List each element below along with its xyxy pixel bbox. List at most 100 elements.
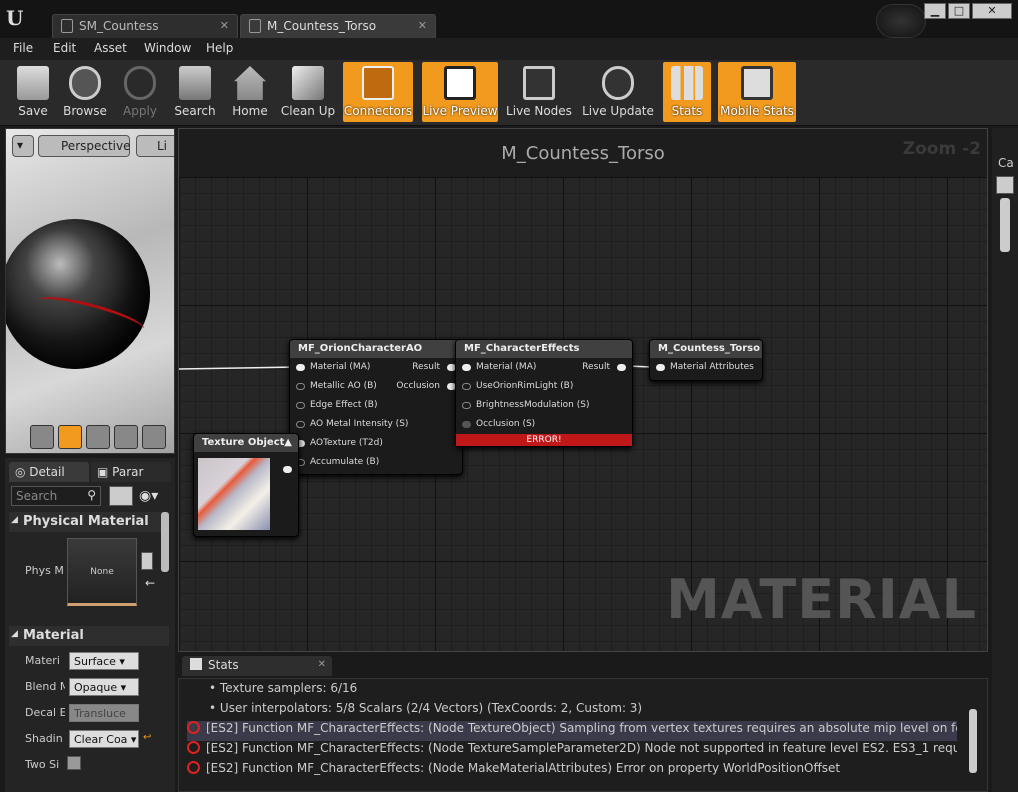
title-bar: U SM_Countess ✕ M_Countess_Torso ✕ ▁ □ ✕ <box>0 0 1018 38</box>
menu-asset[interactable]: Asset <box>94 41 127 55</box>
tab-m-countess-torso[interactable]: M_Countess_Torso ✕ <box>240 14 436 38</box>
scrollbar[interactable] <box>161 512 169 572</box>
collapse-arrow-icon[interactable]: ◢ <box>11 629 18 639</box>
stats-content: • Texture samplers: 6/16 • User interpol… <box>178 678 988 792</box>
pin-label: UseOrionRimLight (B) <box>476 381 574 391</box>
lit-button[interactable]: Li <box>136 135 174 157</box>
toolbar: Save Browse Apply Search Home Clean Up C… <box>0 60 1018 126</box>
eye-icon[interactable]: ◉▾ <box>139 488 158 504</box>
connectors-button[interactable]: Connectors <box>343 62 413 122</box>
apply-button[interactable]: Apply <box>116 62 164 122</box>
node-texture-object[interactable]: Texture Object ▲ <box>193 433 299 537</box>
palette-scrollbar[interactable] <box>1000 198 1010 252</box>
pin-material[interactable] <box>296 364 305 371</box>
pin-texture-out[interactable] <box>283 466 292 473</box>
node-mf-character-effects[interactable]: MF_CharacterEffects Material (MA) UseOri… <box>455 339 633 447</box>
decal-blend-label: Decal E <box>25 706 65 719</box>
pin-label: Occlusion <box>396 381 440 391</box>
phys-mat-thumbnail[interactable]: None <box>67 538 137 606</box>
tab-label: SM_Countess <box>79 19 159 33</box>
blend-mode-label: Blend M <box>25 680 65 693</box>
collapse-arrow-icon[interactable]: ◢ <box>11 515 18 525</box>
close-icon[interactable]: ✕ <box>220 19 229 32</box>
phys-mat-dropdown-button[interactable] <box>141 552 153 570</box>
phys-mat-label: Phys M <box>25 564 64 577</box>
shading-model-dropdown[interactable]: Clear Coa ▾ <box>69 730 139 748</box>
palette-category-label: Ca <box>998 156 1014 170</box>
browse-button[interactable]: Browse <box>60 62 110 122</box>
menu-edit[interactable]: Edit <box>53 41 76 55</box>
error-icon <box>187 761 200 774</box>
close-window-button[interactable]: ✕ <box>972 3 1012 19</box>
use-selected-arrow-icon[interactable]: ← <box>145 576 155 590</box>
browse-icon <box>69 66 101 100</box>
unreal-logo-icon: U <box>6 6 24 30</box>
home-button[interactable]: Home <box>226 62 274 122</box>
error-icon <box>187 721 200 734</box>
material-domain-dropdown[interactable]: Surface ▾ <box>69 652 139 670</box>
pin-result-out[interactable] <box>617 364 626 371</box>
preview-shape-cube-button[interactable] <box>114 425 138 449</box>
tab-parameters[interactable]: ▣ Parar <box>91 462 171 482</box>
minimize-button[interactable]: ▁ <box>924 3 946 19</box>
node-output-m-countess-torso[interactable]: M_Countess_Torso Material Attributes <box>649 339 763 381</box>
close-icon[interactable]: ✕ <box>418 19 427 32</box>
preview-sphere <box>6 219 150 369</box>
preview-viewport[interactable]: ▾ Perspective Li <box>5 128 175 454</box>
preview-mesh-button[interactable] <box>142 425 166 449</box>
preview-shape-sphere-button[interactable] <box>58 425 82 449</box>
source-control-icon[interactable] <box>876 4 926 38</box>
save-button[interactable]: Save <box>10 62 56 122</box>
palette-panel: Ca <box>992 128 1018 792</box>
reset-arrow-icon[interactable]: ↩ <box>143 732 151 743</box>
two-sided-checkbox[interactable] <box>67 756 81 770</box>
stats-scrollbar[interactable] <box>969 709 977 773</box>
pin-material[interactable] <box>462 364 471 371</box>
section-physical-material[interactable]: Physical Material <box>9 512 169 532</box>
pin-material-attributes[interactable] <box>656 364 665 371</box>
preview-shape-plane-button[interactable] <box>86 425 110 449</box>
menu-help[interactable]: Help <box>206 41 233 55</box>
search-icon <box>179 66 211 100</box>
pin-use-orion-rim-light[interactable] <box>462 383 471 390</box>
section-material[interactable]: Material <box>9 626 169 646</box>
menu-file[interactable]: File <box>13 41 33 55</box>
close-icon[interactable]: ✕ <box>318 659 326 670</box>
viewport-options-button[interactable]: ▾ <box>12 135 34 157</box>
decal-blend-dropdown[interactable]: Transluce <box>69 704 139 722</box>
view-options-button[interactable] <box>109 486 133 506</box>
material-domain-label: Materi <box>25 654 60 667</box>
mobile-stats-button[interactable]: Mobile Stats <box>718 62 796 122</box>
pin-label: Result <box>412 362 440 372</box>
pin-occlusion[interactable] <box>462 421 471 428</box>
clean-up-button[interactable]: Clean Up <box>278 62 338 122</box>
tab-stats[interactable]: Stats ✕ <box>182 656 332 676</box>
live-nodes-button[interactable]: Live Nodes <box>504 62 574 122</box>
wire-input <box>179 366 298 370</box>
maximize-button[interactable]: □ <box>948 3 970 19</box>
tab-sm-countess[interactable]: SM_Countess ✕ <box>52 14 238 38</box>
material-graph[interactable]: M_Countess_Torso Zoom -2 MATERIAL MF_Ori… <box>178 128 988 652</box>
pin-label: Metallic AO (B) <box>310 381 377 391</box>
blend-mode-dropdown[interactable]: Opaque ▾ <box>69 678 139 696</box>
error-icon <box>187 741 200 754</box>
node-title: Texture Object ▲ <box>194 434 298 452</box>
pin-label: Material (MA) <box>310 362 371 372</box>
pin-metallic-ao[interactable] <box>296 383 305 390</box>
live-preview-button[interactable]: Live Preview <box>422 62 498 122</box>
search-input[interactable]: Search ⚲ <box>11 486 101 506</box>
perspective-button[interactable]: Perspective <box>38 135 131 157</box>
live-update-icon <box>602 66 634 100</box>
live-update-button[interactable]: Live Update <box>580 62 656 122</box>
search-button[interactable]: Search <box>170 62 220 122</box>
palette-search-icon[interactable] <box>996 176 1014 194</box>
pin-brightness-modulation[interactable] <box>462 402 471 409</box>
menu-window[interactable]: Window <box>144 41 191 55</box>
tab-details[interactable]: ◎ Detail <box>9 462 89 482</box>
preview-shape-cylinder-button[interactable] <box>30 425 54 449</box>
stats-button[interactable]: Stats <box>663 62 711 122</box>
pin-edge-effect[interactable] <box>296 402 305 409</box>
collapse-icon[interactable]: ▲ <box>284 437 292 448</box>
pin-ao-metal-intensity[interactable] <box>296 421 305 428</box>
node-mf-orion-character-ao[interactable]: MF_OrionCharacterAO Material (MA) Metall… <box>289 339 463 475</box>
